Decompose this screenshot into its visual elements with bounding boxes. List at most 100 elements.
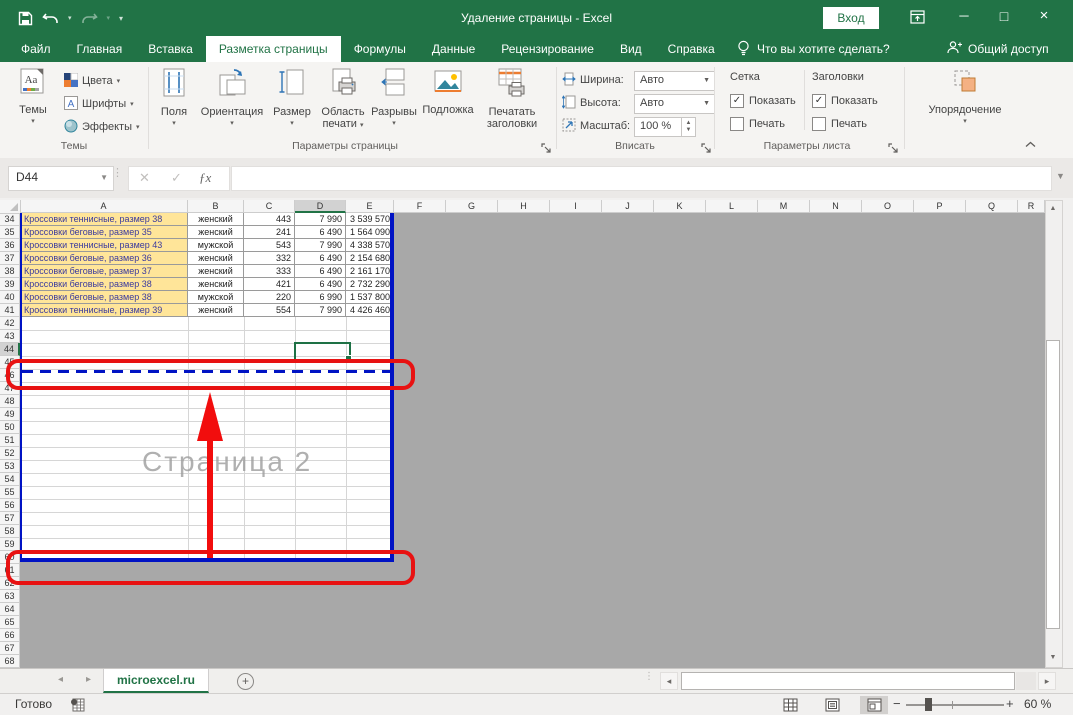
row-header-58[interactable]: 58 (0, 525, 20, 538)
fit-dialog-launcher-icon[interactable] (701, 141, 712, 152)
zoom-out-icon[interactable]: − (893, 694, 901, 714)
column-header-K[interactable]: K (654, 200, 706, 213)
column-header-O[interactable]: O (862, 200, 914, 213)
cell-B41[interactable]: женский (188, 304, 244, 317)
column-header-J[interactable]: J (602, 200, 654, 213)
cell-D41[interactable]: 7 990 (295, 304, 346, 317)
column-header-B[interactable]: B (188, 200, 244, 213)
row-header-40[interactable]: 40 (0, 291, 20, 304)
vertical-scroll-thumb[interactable] (1046, 340, 1060, 629)
cell-B35[interactable]: женский (188, 226, 244, 239)
row-header-38[interactable]: 38 (0, 265, 20, 278)
close-button[interactable]: × (1028, 0, 1060, 32)
fonts-button[interactable]: A Шрифты ▾ (64, 94, 134, 114)
breaks-button[interactable]: Разрывы ▾ (370, 68, 418, 136)
cell-A40[interactable]: Кроссовки беговые, размер 38 (20, 291, 188, 304)
cell-A37[interactable]: Кроссовки беговые, размер 36 (20, 252, 188, 265)
expand-formula-bar-icon[interactable]: ▼ (1056, 171, 1065, 181)
row-header-55[interactable]: 55 (0, 486, 20, 499)
row-header-41[interactable]: 41 (0, 304, 20, 317)
cell-A35[interactable]: Кроссовки беговые, размер 35 (20, 226, 188, 239)
cell-D34[interactable]: 7 990 (295, 213, 346, 226)
view-page-layout-icon[interactable] (818, 696, 846, 714)
arrange-button[interactable]: Упорядочение ▾ (916, 68, 1014, 136)
name-box[interactable]: D44 ▼ (8, 166, 114, 191)
view-normal-icon[interactable] (776, 696, 804, 714)
ribbon-tab-3[interactable]: Разметка страницы (206, 36, 341, 62)
row-header-43[interactable]: 43 (0, 330, 20, 343)
cell-E35[interactable]: 1 564 090 (346, 226, 394, 239)
column-header-H[interactable]: H (498, 200, 550, 213)
gridlines-show-checkbox[interactable]: Показать (730, 93, 796, 109)
sheetbar-separator[interactable]: ⋮ (644, 673, 654, 681)
row-header-66[interactable]: 66 (0, 629, 20, 642)
cell-D37[interactable]: 6 490 (295, 252, 346, 265)
row-header-49[interactable]: 49 (0, 408, 20, 421)
cell-D40[interactable]: 6 990 (295, 291, 346, 304)
cell-E41[interactable]: 4 426 460 (346, 304, 394, 317)
cell-D38[interactable]: 6 490 (295, 265, 346, 278)
cell-B38[interactable]: женский (188, 265, 244, 278)
cell-D36[interactable]: 7 990 (295, 239, 346, 252)
fit-scale-spinner[interactable]: ▲▼ (681, 117, 696, 137)
cell-B34[interactable]: женский (188, 213, 244, 226)
ribbon-tab-2[interactable]: Вставка (135, 36, 206, 62)
row-header-42[interactable]: 42 (0, 317, 20, 330)
vertical-scrollbar[interactable]: ▲ ▼ (1045, 200, 1063, 668)
page-setup-dialog-launcher-icon[interactable] (541, 141, 552, 152)
headings-print-checkbox[interactable]: Печать (812, 116, 867, 132)
view-page-break-icon[interactable] (860, 696, 888, 714)
cell-E37[interactable]: 2 154 680 (346, 252, 394, 265)
zoom-slider-track[interactable] (906, 704, 1004, 706)
column-header-P[interactable]: P (914, 200, 966, 213)
zoom-slider-handle[interactable] (925, 698, 932, 711)
cell-B37[interactable]: женский (188, 252, 244, 265)
ribbon-tab-7[interactable]: Вид (607, 36, 655, 62)
column-header-N[interactable]: N (810, 200, 862, 213)
maximize-button[interactable]: □ (988, 0, 1020, 32)
column-header-A[interactable]: A (20, 200, 188, 213)
tell-me-search[interactable]: Что вы хотите сделать? (737, 36, 890, 62)
horizontal-scroll-track[interactable] (1016, 672, 1036, 690)
ribbon-display-options-icon[interactable] (901, 0, 933, 32)
row-header-48[interactable]: 48 (0, 395, 20, 408)
print-area-button[interactable]: Область печати ▾ (318, 68, 368, 136)
fit-height-select[interactable]: Авто▼ (634, 94, 715, 114)
gridlines-print-checkbox[interactable]: Печать (730, 116, 785, 132)
row-header-54[interactable]: 54 (0, 473, 20, 486)
sheet-tab-active[interactable]: microexcel.ru (103, 669, 209, 693)
row-header-53[interactable]: 53 (0, 460, 20, 473)
formula-input[interactable] (231, 166, 1052, 191)
cell-C40[interactable]: 220 (244, 291, 295, 304)
cell-C36[interactable]: 543 (244, 239, 295, 252)
hscroll-left-icon[interactable]: ◂ (660, 672, 678, 690)
cell-A34[interactable]: Кроссовки теннисные, размер 38 (20, 213, 188, 226)
column-header-D[interactable]: D (295, 200, 346, 213)
cell-A39[interactable]: Кроссовки беговые, размер 38 (20, 278, 188, 291)
row-header-63[interactable]: 63 (0, 590, 20, 603)
cancel-icon[interactable]: ✕ (139, 167, 150, 188)
print-titles-button[interactable]: Печатать заголовки (478, 68, 546, 136)
minimize-button[interactable]: ─ (948, 0, 980, 32)
row-header-34[interactable]: 34 (0, 213, 20, 226)
cell-A38[interactable]: Кроссовки беговые, размер 37 (20, 265, 188, 278)
cell-C34[interactable]: 443 (244, 213, 295, 226)
cell-C35[interactable]: 241 (244, 226, 295, 239)
themes-button[interactable]: Aa Темы ▾ (8, 68, 58, 136)
row-header-39[interactable]: 39 (0, 278, 20, 291)
row-header-36[interactable]: 36 (0, 239, 20, 252)
row-header-37[interactable]: 37 (0, 252, 20, 265)
zoom-level[interactable]: 60 % (1024, 694, 1051, 715)
row-header-56[interactable]: 56 (0, 499, 20, 512)
ribbon-tab-4[interactable]: Формулы (341, 36, 419, 62)
scroll-down-icon[interactable]: ▼ (1046, 650, 1060, 665)
cell-A36[interactable]: Кроссовки теннисные, размер 43 (20, 239, 188, 252)
new-sheet-icon[interactable]: + (237, 673, 254, 690)
row-header-57[interactable]: 57 (0, 512, 20, 525)
enter-icon[interactable]: ✓ (171, 167, 182, 188)
row-header-52[interactable]: 52 (0, 447, 20, 460)
column-header-Q[interactable]: Q (966, 200, 1018, 213)
ribbon-tab-5[interactable]: Данные (419, 36, 488, 62)
column-header-F[interactable]: F (394, 200, 446, 213)
row-header-68[interactable]: 68 (0, 655, 20, 668)
